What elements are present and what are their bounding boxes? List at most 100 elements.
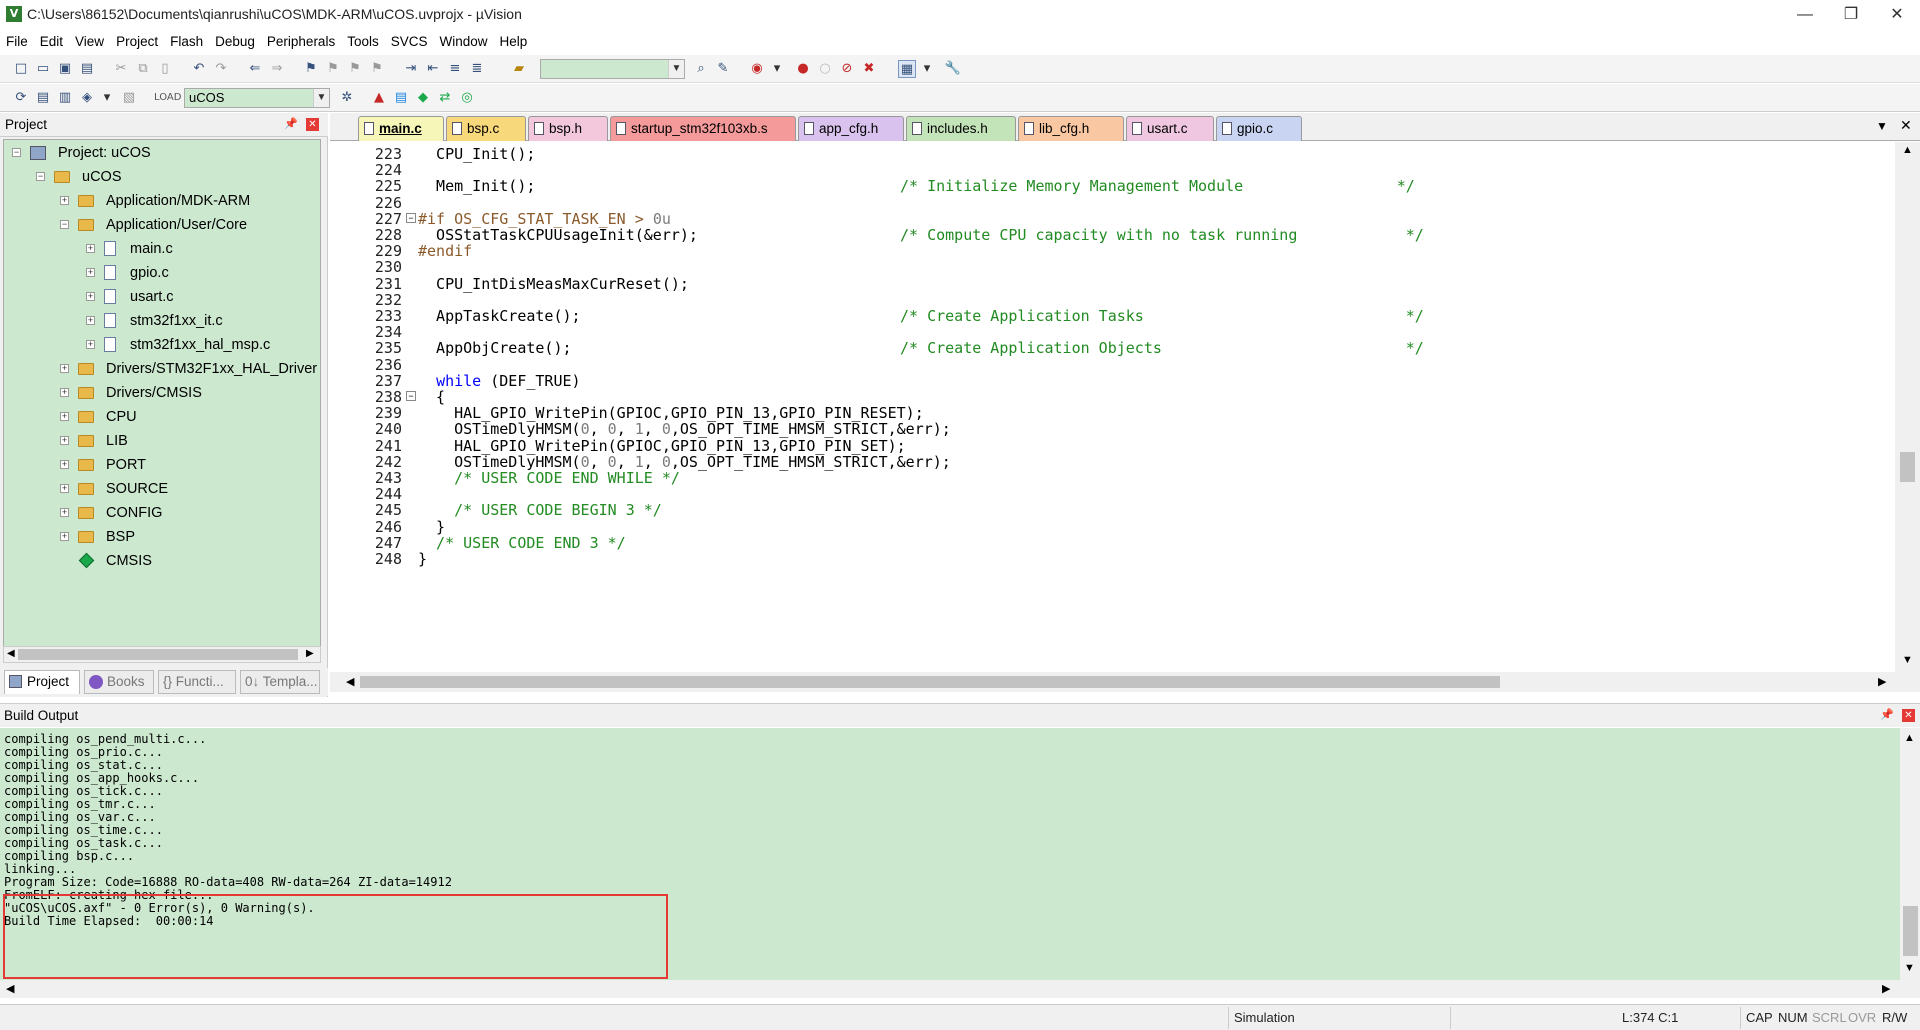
expand-icon[interactable]: + [60,388,69,397]
pack-installer-icon[interactable]: ⇄ [436,89,454,107]
menu-svcs[interactable]: SVCS [385,30,434,54]
manage-rte-icon[interactable]: ◆ [414,89,432,107]
batch-build-icon[interactable]: ◈ [78,89,96,107]
menu-flash[interactable]: Flash [164,30,209,54]
expand-icon[interactable]: + [86,316,95,325]
new-file-icon[interactable]: □ [12,60,30,78]
tree-group[interactable]: + PORT [8,454,308,476]
close-icon[interactable]: ✕ [1900,117,1912,134]
tab-includes-h[interactable]: includes.h [906,116,1016,141]
tree-target[interactable]: − uCOS [8,166,308,188]
tree-group[interactable]: + Drivers/CMSIS [8,382,308,404]
scroll-up-icon[interactable]: ▲ [1902,144,1913,156]
tree-project-root[interactable]: − Project: uCOS [8,142,308,164]
expand-icon[interactable]: + [60,508,69,517]
tree-group[interactable]: + SOURCE [8,478,308,500]
window-layout-icon[interactable]: ▦ [898,60,916,78]
build-vertical-scrollbar[interactable]: ▲ ▼ [1900,728,1920,980]
tree-group[interactable]: − Application/User/Core [8,214,308,236]
translate-icon[interactable]: ⟳ [12,89,30,107]
breakpoint-icon[interactable]: ● [794,60,812,78]
editor-vertical-scrollbar[interactable]: ▲ ▼ [1895,142,1920,672]
manage-project-items-icon[interactable]: ▲ [370,89,388,107]
kill-breakpoints-icon[interactable]: ✖ [860,60,878,78]
scroll-left-icon[interactable]: ◀ [6,982,14,995]
collapse-icon[interactable]: − [60,220,69,229]
comment-icon[interactable]: ≡ [446,60,464,78]
build-icon[interactable]: ▤ [34,89,52,107]
scroll-left-icon[interactable]: ◀ [346,675,354,688]
chevron-down-icon[interactable]: ▾ [98,89,116,107]
find-combo[interactable]: ▼ [540,59,685,79]
tree-group[interactable]: + LIB [8,430,308,452]
tab-gpio-c[interactable]: gpio.c [1216,116,1302,141]
paste-icon[interactable]: ▯ [156,60,174,78]
tab-books[interactable]: Books [84,670,154,694]
expand-icon[interactable]: + [86,340,95,349]
close-icon[interactable]: ✕ [1902,709,1915,722]
expand-icon[interactable]: + [86,244,95,253]
menu-window[interactable]: Window [433,30,493,54]
scroll-left-icon[interactable]: ◀ [7,648,15,659]
menu-project[interactable]: Project [110,30,164,54]
expand-icon[interactable]: + [60,364,69,373]
close-button[interactable]: ✕ [1874,0,1920,30]
pin-icon[interactable]: 📌 [284,117,298,131]
tab-startup-s[interactable]: startup_stm32f103xb.s [610,116,796,141]
uncomment-icon[interactable]: ≣ [468,60,486,78]
tab-app-cfg-h[interactable]: app_cfg.h [798,116,904,141]
configure-icon[interactable]: 🔧 [944,60,962,78]
tab-bsp-c[interactable]: bsp.c [446,116,526,141]
download-icon[interactable]: LOAD [154,89,181,107]
next-bookmark-icon[interactable]: ⚑ [346,60,364,78]
indent-icon[interactable]: ⇥ [402,60,420,78]
tree-component[interactable]: CMSIS [8,550,308,572]
collapse-icon[interactable]: − [36,172,45,181]
open-file-icon[interactable]: ▭ [34,60,52,78]
target-select[interactable]: uCOS ▼ [184,88,330,108]
target-options-icon[interactable]: ✲ [338,89,356,107]
menu-help[interactable]: Help [494,30,534,54]
scroll-thumb[interactable] [1903,906,1918,956]
disable-all-breakpoints-icon[interactable]: ⊘ [838,60,856,78]
expand-icon[interactable]: + [60,436,69,445]
expand-icon[interactable]: + [86,268,95,277]
tree-file[interactable]: + stm32f1xx_hal_msp.c [8,334,308,356]
tree-file[interactable]: + gpio.c [8,262,308,284]
incremental-find-icon[interactable]: ✎ [714,60,732,78]
menu-view[interactable]: View [69,30,110,54]
find-in-files-icon[interactable]: ▰ [510,60,528,78]
scroll-thumb[interactable] [1900,452,1915,482]
menu-debug[interactable]: Debug [209,30,261,54]
scroll-right-icon[interactable]: ▶ [1882,982,1890,995]
bookmark-icon[interactable]: ⚑ [302,60,320,78]
unindent-icon[interactable]: ⇤ [424,60,442,78]
close-icon[interactable]: ✕ [306,118,319,131]
tree-horizontal-scrollbar[interactable]: ◀ ▶ [3,646,321,663]
fold-marker-icon[interactable]: − [406,212,416,223]
build-output-pane[interactable]: compiling os_pend_multi.c... compiling os… [0,728,1900,980]
tree-group[interactable]: + Application/MDK-ARM [8,190,308,212]
menu-tools[interactable]: Tools [341,30,385,54]
build-horizontal-scrollbar[interactable]: ◀ ▶ [0,980,1920,998]
fold-marker-icon[interactable]: − [406,391,416,401]
save-all-icon[interactable]: ▤ [78,60,96,78]
tree-file[interactable]: + stm32f1xx_it.c [8,310,308,332]
tab-bsp-h[interactable]: bsp.h [528,116,608,141]
tree-group[interactable]: + Drivers/STM32F1xx_HAL_Driver [8,358,318,380]
collapse-icon[interactable]: − [12,148,21,157]
tree-group[interactable]: + CPU [8,406,308,428]
copy-icon[interactable]: ⧉ [134,60,152,78]
nav-back-icon[interactable]: ⇐ [246,60,264,78]
tab-templates[interactable]: 0↓ Templa... [240,670,320,694]
undo-icon[interactable]: ↶ [190,60,208,78]
expand-icon[interactable]: + [60,484,69,493]
menu-peripherals[interactable]: Peripherals [261,30,341,54]
cut-icon[interactable]: ✂ [112,60,130,78]
code-editor[interactable]: 223 224 225 226 227−228 229 230 231 232 233 234 235… [330,142,1920,672]
disable-breakpoint-icon[interactable]: ○ [816,60,834,78]
editor-horizontal-scrollbar[interactable]: ◀ ▶ [330,672,1920,692]
chevron-down-icon[interactable]: ▾ [918,60,936,78]
minimize-button[interactable]: — [1782,0,1828,30]
tree-file[interactable]: + usart.c [8,286,308,308]
